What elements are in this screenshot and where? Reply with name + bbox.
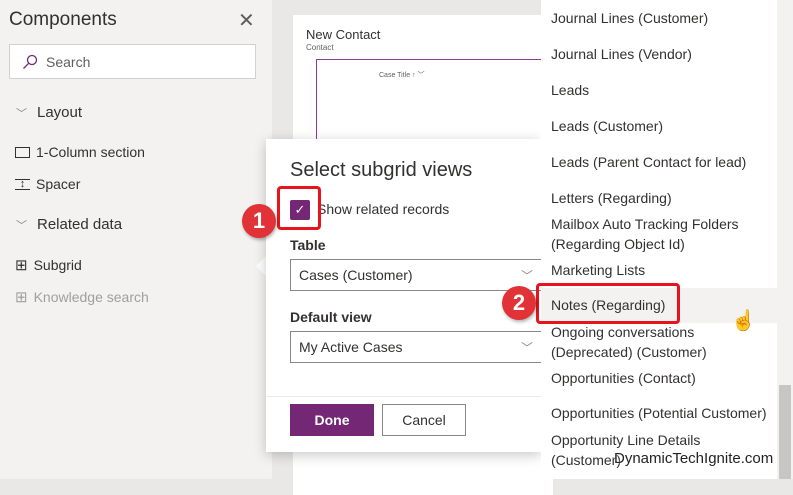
dropdown-option[interactable]: Journal Lines (Customer) [541,8,777,28]
dropdown-option[interactable]: Letters (Regarding) [541,188,777,208]
done-button[interactable]: Done [290,404,374,436]
components-panel: Components ✕ Search ﹀ Layout 1-Column sec… [0,0,272,479]
subgrid-icon: ⊞ [15,289,28,306]
scrollbar-thumb[interactable] [779,385,791,479]
item-label: Subgrid [33,257,82,273]
subgrid-icon: ⊞ [15,257,28,274]
table-label: Table [290,237,326,253]
annotation-box-2 [536,283,680,324]
panel-title: Components [9,9,117,30]
default-view-select[interactable]: My Active Cases ﹀ [290,331,542,363]
form-title: New Contact [306,27,381,42]
divider [266,396,541,397]
dropdown-option[interactable]: Opportunities (Contact) [541,368,777,388]
item-label: Spacer [36,176,81,192]
section-label: Related data [37,216,123,233]
annotation-box-1 [277,186,321,230]
component-knowledge-search: ⊞ Knowledge search [15,288,149,306]
search-placeholder: Search [46,53,91,70]
dropdown-option[interactable]: Ongoing conversations (Deprecated) (Cust… [541,322,711,362]
default-view-label: Default view [290,309,372,325]
dropdown-option[interactable]: Mailbox Auto Tracking Folders (Regarding… [541,214,741,254]
hand-cursor-icon: ☝ [731,310,756,332]
show-related-label: Show related records [317,201,450,217]
spacer-icon: ↕ [15,178,30,190]
dropdown-option[interactable]: Leads (Parent Contact for lead) [541,152,777,172]
dropdown-option[interactable]: Leads (Customer) [541,116,777,136]
chevron-down-icon: ﹀ [520,268,533,283]
item-label: Knowledge search [33,289,149,305]
item-label: 1-Column section [36,144,145,160]
annotation-badge-2: 2 [502,286,536,320]
chevron-down-icon: ﹀ [16,107,27,120]
component-subgrid[interactable]: ⊞ Subgrid [15,256,82,274]
dropdown-option[interactable]: Marketing Lists [541,260,777,280]
table-dropdown-list: Journal Lines (Customer) Journal Lines (… [541,0,777,479]
section-icon [15,146,30,158]
section-related-data[interactable]: ﹀ Related data [16,216,122,233]
search-input[interactable]: Search [9,44,256,79]
cancel-button[interactable]: Cancel [382,404,466,436]
grid-column-header: Case Title ↑ ﹀ [379,72,425,79]
component-spacer[interactable]: ↕ Spacer [15,176,80,192]
callout-pointer [256,256,266,276]
close-icon[interactable]: ✕ [238,8,255,33]
table-select[interactable]: Cases (Customer) ﹀ [290,259,542,291]
dropdown-option[interactable]: Leads [541,80,777,100]
search-icon [23,54,38,69]
table-value: Cases (Customer) [299,267,413,283]
dropdown-option[interactable]: Opportunities (Potential Customer) [541,403,777,423]
dropdown-option[interactable]: Journal Lines (Vendor) [541,44,777,64]
view-value: My Active Cases [299,339,403,355]
chevron-down-icon: ﹀ [520,340,533,355]
dialog-title: Select subgrid views [290,159,473,181]
form-subtitle: Contact [306,43,334,52]
annotation-badge-1: 1 [242,204,276,238]
chevron-down-icon: ﹀ [16,219,27,232]
watermark: DynamicTechIgnite.com [614,450,774,467]
section-layout[interactable]: ﹀ Layout [16,104,82,121]
component-1-column-section[interactable]: 1-Column section [15,144,145,160]
section-label: Layout [37,104,83,121]
